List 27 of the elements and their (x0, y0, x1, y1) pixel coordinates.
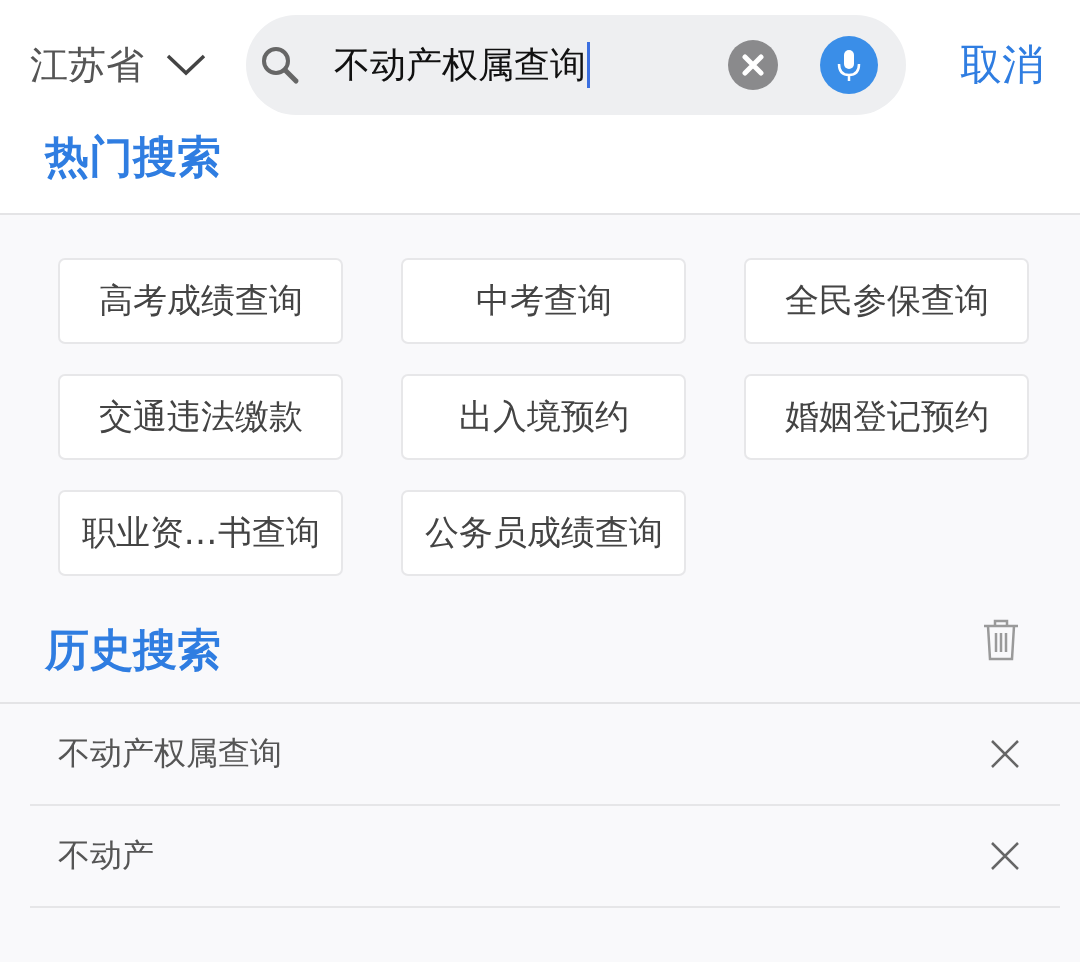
clear-icon (728, 40, 778, 90)
hot-search-chip[interactable]: 高考成绩查询 (58, 258, 343, 344)
close-icon (990, 841, 1020, 871)
microphone-button[interactable] (820, 36, 878, 94)
section-title: 历史搜索 (45, 623, 221, 677)
hot-search-chip[interactable]: 交通违法缴款 (58, 374, 343, 460)
hot-search-chip[interactable]: 婚姻登记预约 (744, 374, 1029, 460)
hot-search-chip[interactable]: 全民参保查询 (744, 258, 1029, 344)
clear-history-button[interactable] (982, 619, 1020, 661)
cancel-button[interactable]: 取消 (960, 37, 1044, 93)
chevron-down-icon (166, 54, 206, 76)
clear-button[interactable] (728, 40, 778, 90)
remove-button[interactable] (990, 841, 1020, 871)
hot-search-chip[interactable]: 职业资…书查询 (58, 490, 343, 576)
search-field[interactable]: 不动产权属查询 (246, 15, 906, 115)
region-dropdown[interactable]: 江苏省 (30, 39, 206, 91)
search-icon (260, 45, 300, 85)
remove-button[interactable] (990, 739, 1020, 769)
section-title: 热门搜索 (45, 130, 221, 184)
hot-search-chip[interactable]: 出入境预约 (401, 374, 686, 460)
trash-icon (982, 619, 1020, 661)
history-item[interactable]: 不动产 (58, 834, 154, 878)
microphone-icon (820, 36, 878, 94)
close-icon (990, 739, 1020, 769)
history-item[interactable]: 不动产权属查询 (58, 732, 282, 776)
hot-search-chip[interactable]: 公务员成绩查询 (401, 490, 686, 576)
hot-search-chip[interactable]: 中考查询 (401, 258, 686, 344)
